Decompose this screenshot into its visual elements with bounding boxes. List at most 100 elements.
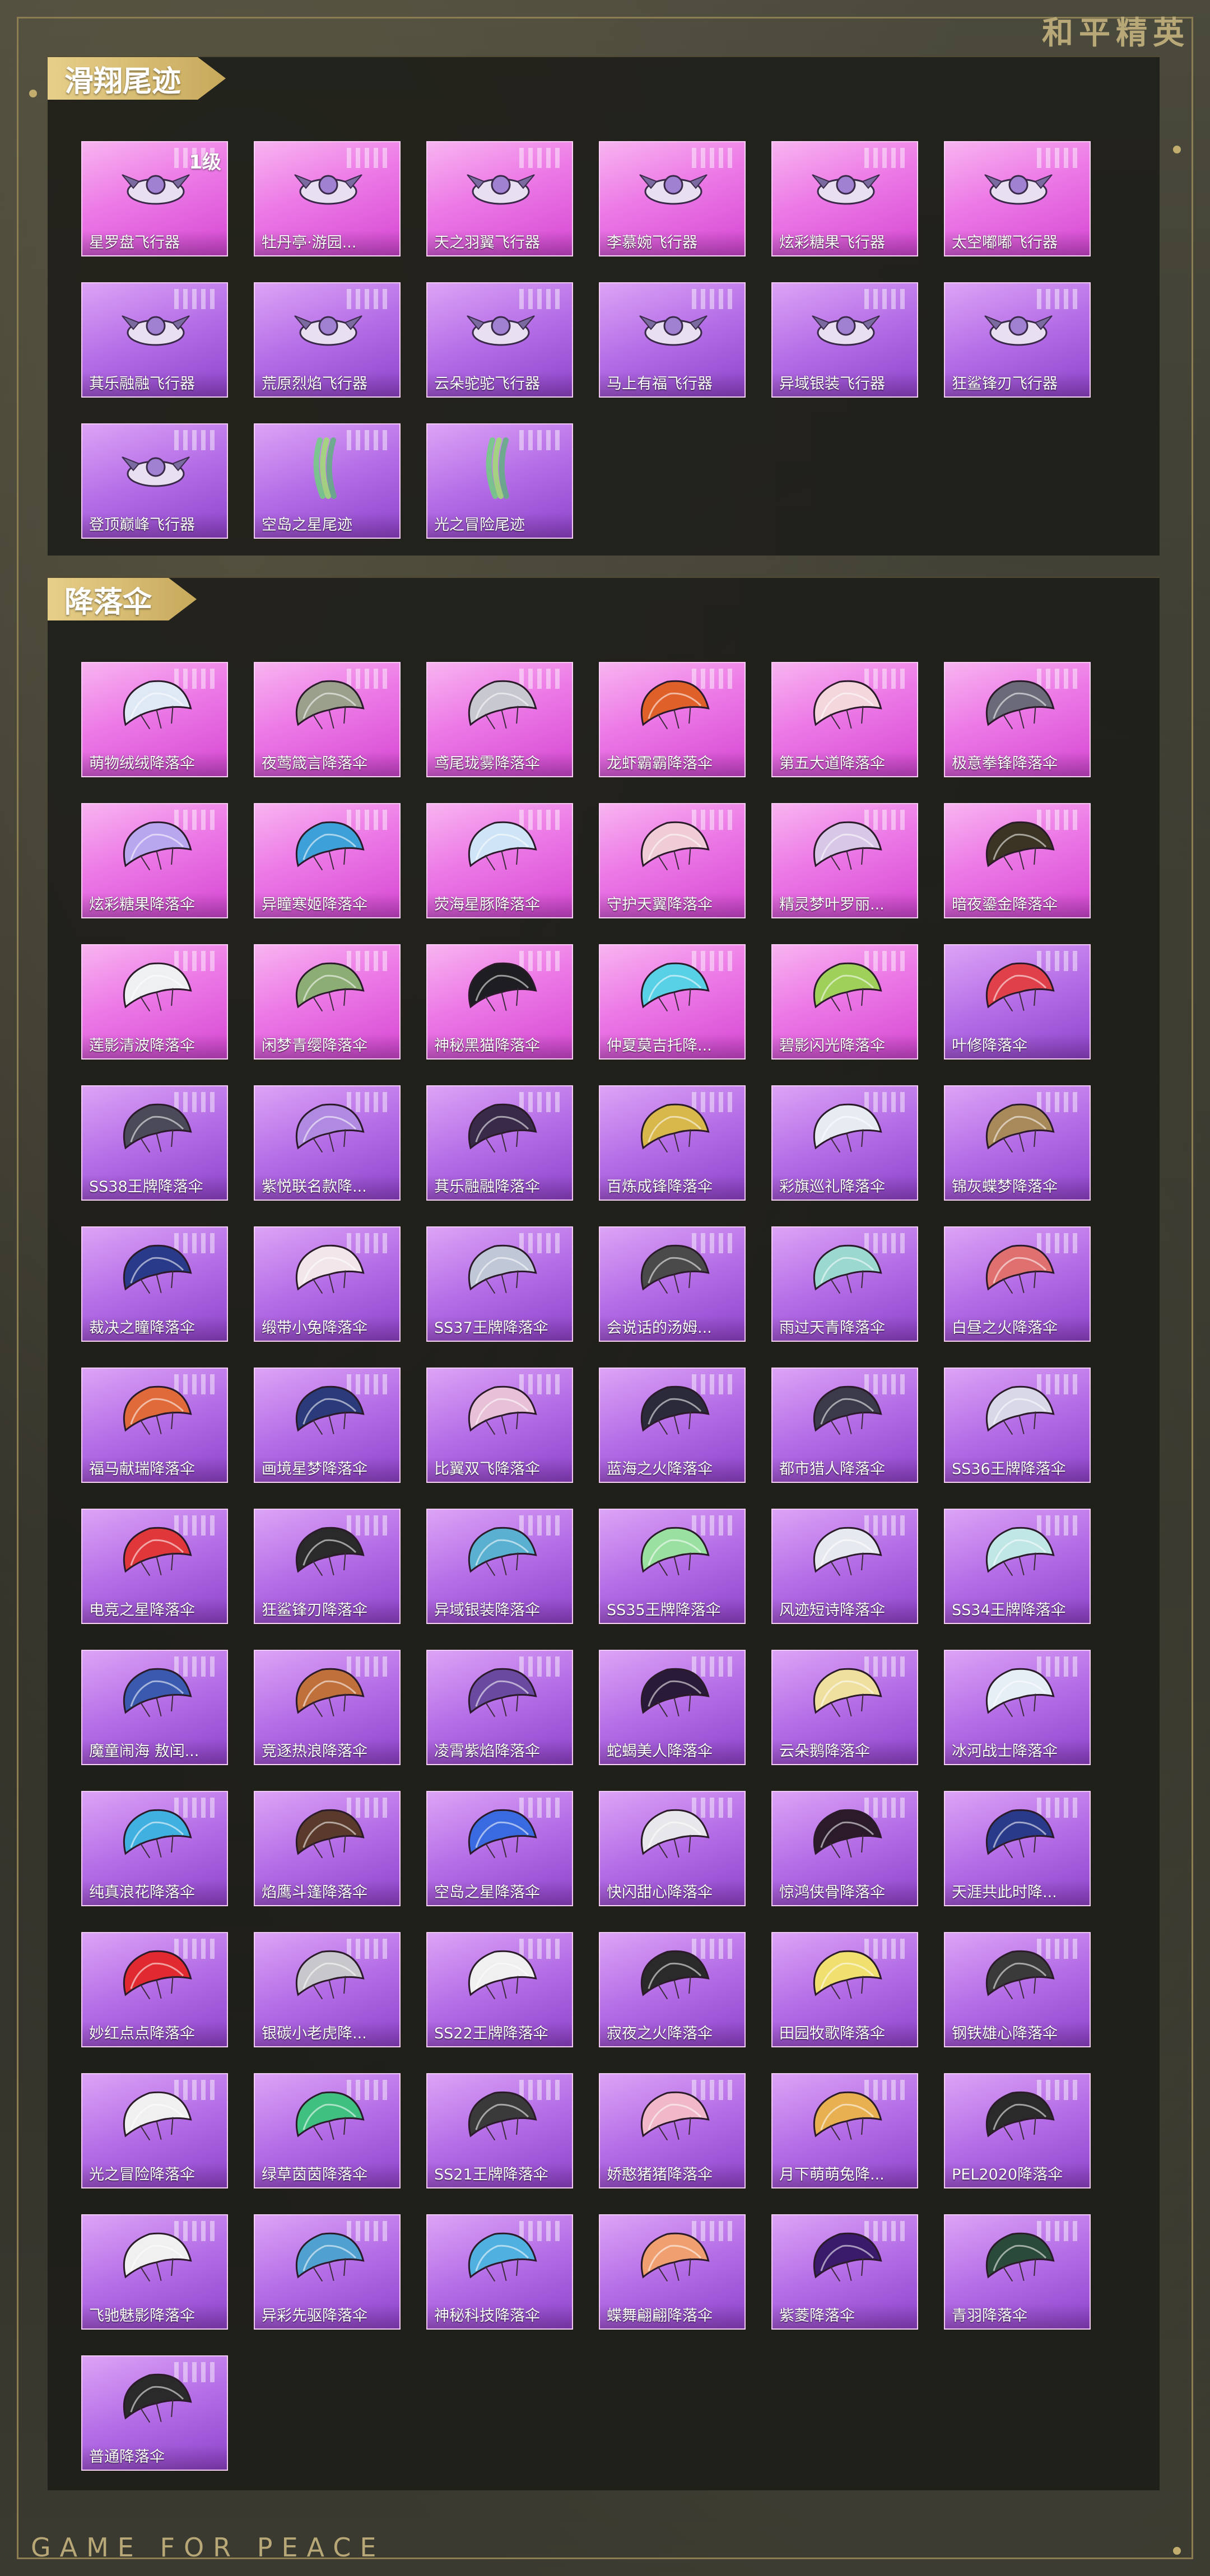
item-card[interactable]: 寂夜之火降落伞 (599, 1932, 746, 2047)
item-card[interactable]: 莲影清波降落伞 (81, 944, 228, 1060)
item-card[interactable]: 冰河战士降落伞 (944, 1650, 1091, 1765)
item-card[interactable]: 妙红点点降落伞 (81, 1932, 228, 2047)
item-card[interactable]: 风迹短诗降落伞 (771, 1509, 918, 1624)
item-card[interactable]: 雨过天青降落伞 (771, 1226, 918, 1342)
parachute-icon (640, 1809, 710, 1859)
item-card[interactable]: 萁乐融融飞行器 (81, 282, 228, 398)
item-card[interactable]: 飞驰魅影降落伞 (81, 2214, 228, 2330)
item-label: 狂鲨锋刃降落伞 (255, 1598, 399, 1623)
item-card[interactable]: 凌霄紫焰降落伞 (426, 1650, 573, 1765)
parachute-icon (123, 1527, 192, 1576)
item-card[interactable]: 空岛之星降落伞 (426, 1791, 573, 1906)
item-card[interactable]: 狂鲨锋刃降落伞 (254, 1509, 401, 1624)
item-card[interactable]: SS21王牌降落伞 (426, 2073, 573, 2188)
item-card[interactable]: 光之冒险降落伞 (81, 2073, 228, 2188)
item-card[interactable]: 叶修降落伞 (944, 944, 1091, 1060)
item-card[interactable]: 夜莺箴言降落伞 (254, 662, 401, 777)
item-label: 叶修降落伞 (945, 1034, 1090, 1058)
item-card[interactable]: 萁乐融融降落伞 (426, 1085, 573, 1201)
item-card[interactable]: SS36王牌降落伞 (944, 1368, 1091, 1483)
item-card[interactable]: 云朵鹅降落伞 (771, 1650, 918, 1765)
item-card[interactable]: 普通降落伞 (81, 2355, 228, 2471)
item-card[interactable]: 青羽降落伞 (944, 2214, 1091, 2330)
item-card[interactable]: 会说话的汤姆... (599, 1226, 746, 1342)
item-card[interactable]: 第五大道降落伞 (771, 662, 918, 777)
item-card[interactable]: 紫悦联名款降... (254, 1085, 401, 1201)
item-card[interactable]: 荧海星豚降落伞 (426, 803, 573, 918)
item-card[interactable]: 天之羽翼飞行器 (426, 141, 573, 256)
item-card[interactable]: 蓝海之火降落伞 (599, 1368, 746, 1483)
item-card[interactable]: 暗夜鎏金降落伞 (944, 803, 1091, 918)
item-card[interactable]: SS37王牌降落伞 (426, 1226, 573, 1342)
item-card[interactable]: 缎带小兔降落伞 (254, 1226, 401, 1342)
item-card[interactable]: 惊鸿侠骨降落伞 (771, 1791, 918, 1906)
item-card[interactable]: 福马献瑞降落伞 (81, 1368, 228, 1483)
parachute-icon (468, 1103, 537, 1153)
item-card[interactable]: 闲梦青缨降落伞 (254, 944, 401, 1060)
item-card[interactable]: 纯真浪花降落伞 (81, 1791, 228, 1906)
parachute-icon (468, 1244, 537, 1294)
item-label: 极意拳锋降落伞 (945, 752, 1090, 776)
item-card[interactable]: 马上有福飞行器 (599, 282, 746, 398)
item-card[interactable]: 异彩先驱降落伞 (254, 2214, 401, 2330)
item-card[interactable]: 蝶舞翩翩降落伞 (599, 2214, 746, 2330)
item-card[interactable]: 1级 星罗盘飞行器 (81, 141, 228, 256)
item-card[interactable]: 都市猎人降落伞 (771, 1368, 918, 1483)
item-card[interactable]: 比翼双飞降落伞 (426, 1368, 573, 1483)
item-card[interactable]: 锦灰蝶梦降落伞 (944, 1085, 1091, 1201)
item-card[interactable]: 银碳小老虎降... (254, 1932, 401, 2047)
item-card[interactable]: 异瞳寒姬降落伞 (254, 803, 401, 918)
item-card[interactable]: 月下萌萌兔降... (771, 2073, 918, 2188)
item-card[interactable]: 神秘科技降落伞 (426, 2214, 573, 2330)
item-card[interactable]: 牡丹亭·游园... (254, 141, 401, 256)
item-card[interactable]: 神秘黑猫降落伞 (426, 944, 573, 1060)
item-card[interactable]: 荒原烈焰飞行器 (254, 282, 401, 398)
item-card[interactable]: 鸢尾珑雾降落伞 (426, 662, 573, 777)
item-card[interactable]: 云朵驼驼飞行器 (426, 282, 573, 398)
item-card[interactable]: 紫菱降落伞 (771, 2214, 918, 2330)
item-card[interactable]: SS35王牌降落伞 (599, 1509, 746, 1624)
item-card[interactable]: 萌物绒绒降落伞 (81, 662, 228, 777)
item-card[interactable]: SS38王牌降落伞 (81, 1085, 228, 1201)
item-label: 月下萌萌兔降... (772, 2163, 917, 2187)
item-card[interactable]: SS34王牌降落伞 (944, 1509, 1091, 1624)
item-card[interactable]: 焰鹰斗篷降落伞 (254, 1791, 401, 1906)
item-card[interactable]: 绿草茵茵降落伞 (254, 2073, 401, 2188)
item-label: 雨过天青降落伞 (772, 1316, 917, 1341)
item-card[interactable]: 裁决之瞳降落伞 (81, 1226, 228, 1342)
item-card[interactable]: 仲夏莫吉托降... (599, 944, 746, 1060)
item-card[interactable]: 光之冒险尾迹 (426, 423, 573, 539)
item-card[interactable]: 白昼之火降落伞 (944, 1226, 1091, 1342)
item-card[interactable]: 画境星梦降落伞 (254, 1368, 401, 1483)
item-card[interactable]: 炫彩糖果飞行器 (771, 141, 918, 256)
item-card[interactable]: 异域银装飞行器 (771, 282, 918, 398)
item-label: 云朵驼驼飞行器 (427, 372, 572, 396)
item-card[interactable]: 狂鲨锋刃飞行器 (944, 282, 1091, 398)
item-card[interactable]: 极意拳锋降落伞 (944, 662, 1091, 777)
item-card[interactable]: 田园牧歌降落伞 (771, 1932, 918, 2047)
item-card[interactable]: 守护天翼降落伞 (599, 803, 746, 918)
item-card[interactable]: 登顶巅峰飞行器 (81, 423, 228, 539)
item-card[interactable]: 娇憨猪猪降落伞 (599, 2073, 746, 2188)
item-card[interactable]: 百炼成锋降落伞 (599, 1085, 746, 1201)
item-card[interactable]: 异域银装降落伞 (426, 1509, 573, 1624)
item-card[interactable]: SS22王牌降落伞 (426, 1932, 573, 2047)
item-label: 荒原烈焰飞行器 (255, 372, 399, 396)
item-card[interactable]: 炫彩糖果降落伞 (81, 803, 228, 918)
item-card[interactable]: 魔童闹海 敖闰... (81, 1650, 228, 1765)
item-card[interactable]: 彩旗巡礼降落伞 (771, 1085, 918, 1201)
item-card[interactable]: 精灵梦叶罗丽... (771, 803, 918, 918)
item-card[interactable]: 龙虾霸霸降落伞 (599, 662, 746, 777)
item-card[interactable]: 天涯共此时降... (944, 1791, 1091, 1906)
item-card[interactable]: 李慕婉飞行器 (599, 141, 746, 256)
item-card[interactable]: 快闪甜心降落伞 (599, 1791, 746, 1906)
item-card[interactable]: 竞逐热浪降落伞 (254, 1650, 401, 1765)
item-card[interactable]: 电竞之星降落伞 (81, 1509, 228, 1624)
item-card[interactable]: 太空嘟嘟飞行器 (944, 141, 1091, 256)
item-card[interactable]: 蛇蝎美人降落伞 (599, 1650, 746, 1765)
item-card[interactable]: 钢铁雄心降落伞 (944, 1932, 1091, 2047)
parachute-icon (640, 680, 710, 730)
item-card[interactable]: PEL2020降落伞 (944, 2073, 1091, 2188)
item-card[interactable]: 空岛之星尾迹 (254, 423, 401, 539)
item-card[interactable]: 碧影闪光降落伞 (771, 944, 918, 1060)
